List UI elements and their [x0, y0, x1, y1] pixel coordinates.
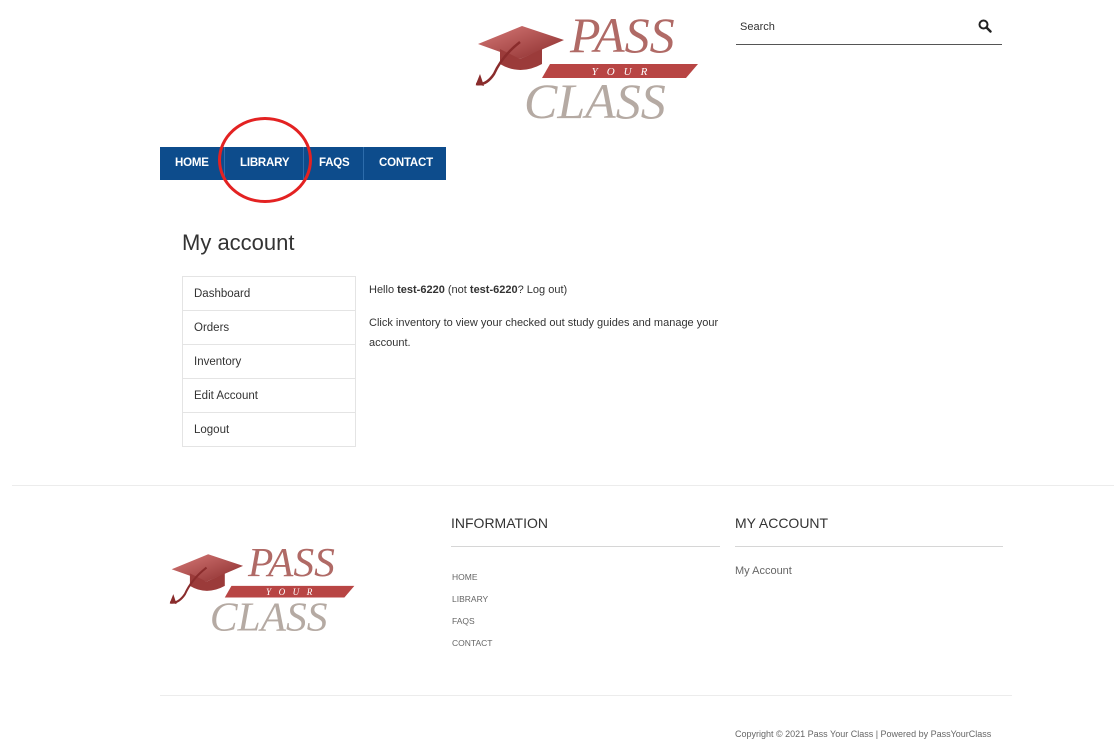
- footer-link-home[interactable]: HOME: [452, 566, 492, 588]
- site-logo[interactable]: PASS YOUR CLASS: [472, 4, 704, 122]
- svg-text:CLASS: CLASS: [210, 594, 328, 634]
- svg-text:CLASS: CLASS: [524, 73, 666, 122]
- account-nav-orders[interactable]: Orders: [183, 311, 355, 345]
- nav-home[interactable]: HOME: [160, 147, 225, 180]
- nav-faqs[interactable]: FAQS: [304, 147, 364, 180]
- page-title: My account: [182, 230, 295, 255]
- account-nav-dashboard[interactable]: Dashboard: [183, 277, 355, 311]
- username-repeat: test-6220: [469, 284, 518, 296]
- footer-my-account-rule: [735, 546, 1003, 547]
- svg-text:PASS: PASS: [569, 7, 675, 63]
- footer-information-links: HOME LIBRARY FAQS CONTACT: [452, 566, 492, 654]
- footer-link-contact[interactable]: CONTACT: [452, 632, 492, 654]
- account-nav-edit-account[interactable]: Edit Account: [183, 379, 355, 413]
- footer-bottom-divider: [160, 695, 1012, 696]
- account-navigation: Dashboard Orders Inventory Edit Account …: [182, 276, 356, 447]
- svg-text:PASS: PASS: [247, 539, 335, 585]
- search-icon[interactable]: [978, 19, 992, 33]
- footer-my-account-link[interactable]: My Account: [735, 565, 792, 577]
- footer-information-title: INFORMATION: [451, 515, 548, 531]
- account-content: Hello test-6220 (not test-6220? Log out)…: [369, 280, 739, 366]
- nav-library[interactable]: LIBRARY: [225, 147, 304, 180]
- footer-divider: [12, 485, 1114, 486]
- account-nav-inventory[interactable]: Inventory: [183, 345, 355, 379]
- footer-link-faqs[interactable]: FAQS: [452, 610, 492, 632]
- copyright-text: Copyright © 2021 Pass Your Class | Power…: [735, 729, 992, 739]
- footer-information-rule: [451, 546, 720, 547]
- footer-my-account-title: MY ACCOUNT: [735, 515, 829, 531]
- graduation-cap-icon: [171, 554, 244, 582]
- footer-logo[interactable]: PASS YOUR CLASS: [166, 536, 360, 634]
- account-nav-logout[interactable]: Logout: [183, 413, 355, 446]
- username: test-6220: [397, 284, 445, 296]
- logout-link[interactable]: Log out: [527, 284, 564, 296]
- main-nav: HOME LIBRARY FAQS CONTACT: [160, 147, 446, 180]
- hello-message: Hello test-6220 (not test-6220? Log out): [369, 284, 568, 296]
- header-search: [736, 12, 1002, 45]
- search-input[interactable]: [740, 18, 960, 36]
- dashboard-message: Click inventory to view your checked out…: [369, 317, 719, 349]
- graduation-cap-icon: [478, 26, 564, 59]
- footer-link-library[interactable]: LIBRARY: [452, 588, 492, 610]
- nav-contact[interactable]: CONTACT: [364, 147, 446, 180]
